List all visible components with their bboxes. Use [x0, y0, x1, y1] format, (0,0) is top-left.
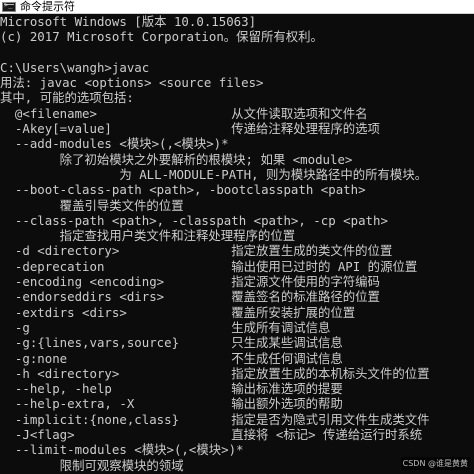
console-line: 其中, 可能的选项包括: — [0, 90, 134, 106]
watermark: CSDN @谁是黄黄 — [400, 457, 470, 470]
console-line: -g 生成所有调试信息 — [0, 319, 331, 335]
console-output[interactable]: Microsoft Windows [版本 10.0.15063] (c) 201… — [0, 14, 474, 474]
console-line: -g:{lines,vars,source} 只生成某些调试信息 — [0, 335, 343, 351]
console-line: C:\Users\wangh>javac — [0, 59, 150, 75]
console-line: --help, -help 输出标准选项的提要 — [0, 381, 343, 397]
console-line: 除了初始模块之外要解析的根模块; 如果 <module> — [0, 151, 353, 167]
console-line: --boot-class-path <path>, -bootclasspath… — [0, 182, 366, 198]
cmd-icon — [2, 1, 16, 12]
console-line: --help-extra, -X 输出额外选项的帮助 — [0, 396, 343, 412]
console-line: -J<flag> 直接将 <标记> 传递给运行时系统 — [0, 427, 423, 443]
console-line: Microsoft Windows [版本 10.0.15063] — [0, 14, 257, 29]
console-line: -g:none 不生成任何调试信息 — [0, 350, 343, 366]
console-line: --add-modules <模块>(,<模块>)* — [0, 136, 229, 152]
console-line: -d <directory> 指定放置生成的类文件的位置 — [0, 243, 393, 259]
console-line: -implicit:{none,class} 指定是否为隐式引用文件生成类文件 — [0, 411, 430, 427]
window-title: 命令提示符 — [20, 0, 75, 13]
console-line: -h <directory> 指定放置生成的本机标头文件的位置 — [0, 365, 430, 381]
console-line: (c) 2017 Microsoft Corporation。保留所有权利。 — [0, 29, 323, 45]
console-line: --class-path <path>, -classpath <path>, … — [0, 212, 388, 228]
console-line: 覆盖引导类文件的位置 — [0, 197, 184, 213]
command-prompt-window: 命令提示符 Microsoft Windows [版本 10.0.15063](… — [0, 0, 474, 474]
console-line: -endorseddirs <dirs> 覆盖签名的标准路径的位置 — [0, 289, 380, 305]
console-line: 指定查找用户类文件和注释处理程序的位置 — [0, 228, 296, 244]
title-bar[interactable]: 命令提示符 — [0, 0, 474, 14]
console-line: 用法: javac <options> <source files> — [0, 75, 264, 91]
console-line: -Akey[=value] 传递给注释处理程序的选项 — [0, 121, 380, 137]
console-line: -encoding <encoding> 指定源文件使用的字符编码 — [0, 274, 380, 290]
console-line: --limit-modules <模块>(,<模块>)* — [0, 442, 244, 458]
console-line: -deprecation 输出使用已过时的 API 的源位置 — [0, 258, 418, 274]
console-line: 为 ALL-MODULE-PATH, 则为模块路径中的所有模块。 — [0, 166, 428, 182]
console-line: -extdirs <dirs> 覆盖所安装扩展的位置 — [0, 304, 356, 320]
console-line: @<filename> 从文件读取选项和文件名 — [0, 105, 368, 121]
